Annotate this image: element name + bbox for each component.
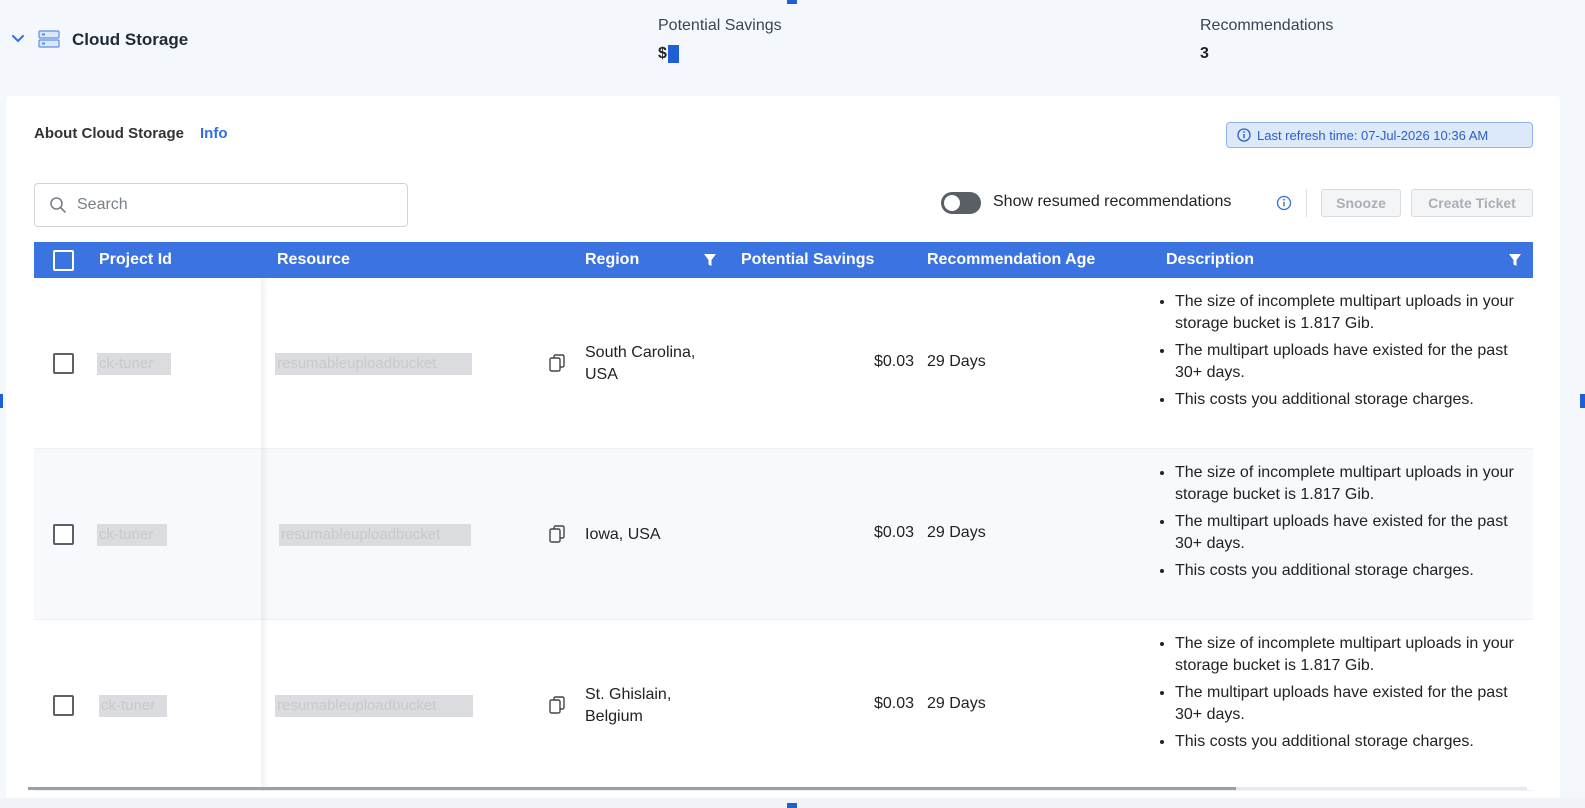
search-icon [50, 197, 66, 213]
description-item: The multipart uploads have existed for t… [1175, 511, 1515, 555]
table-header: Project Id Resource Region Potential Sav… [34, 242, 1533, 278]
savings-kpi-currency: $ [658, 45, 667, 62]
row-checkbox[interactable] [53, 353, 74, 374]
description-item: The multipart uploads have existed for t… [1175, 340, 1515, 384]
description-item: The size of incomplete multipart uploads… [1175, 633, 1515, 677]
description-list: The size of incomplete multipart uploads… [1155, 633, 1515, 753]
filter-icon[interactable] [703, 253, 717, 267]
select-all-checkbox[interactable] [53, 250, 74, 271]
region-cell: St. Ghislain, Belgium [585, 684, 671, 728]
storage-icon [38, 30, 60, 48]
description-cell: The size of incomplete multipart uploads… [1155, 633, 1515, 758]
project-id-cell: ck-tuner [97, 524, 167, 546]
show-resumed-label: Show resumed recommendations [993, 193, 1232, 210]
info-link[interactable]: Info [200, 125, 228, 142]
horizontal-scrollbar-thumb[interactable] [28, 787, 1236, 790]
info-icon [1237, 128, 1251, 142]
row-checkbox[interactable] [53, 524, 74, 545]
row-checkbox[interactable] [53, 695, 74, 716]
description-item: This costs you additional storage charge… [1175, 731, 1515, 753]
age-cell: 29 Days [927, 353, 986, 370]
redacted-value [667, 45, 679, 63]
snooze-button[interactable]: Snooze [1321, 189, 1401, 217]
project-id-cell: ck-tuner [99, 695, 167, 717]
chevron-down-icon[interactable] [10, 32, 26, 46]
savings-cell: $0.03 [873, 353, 914, 370]
region-line: Iowa, USA [585, 526, 661, 543]
search-box[interactable] [34, 183, 408, 227]
description-item: This costs you additional storage charge… [1175, 389, 1515, 411]
description-cell: The size of incomplete multipart uploads… [1155, 462, 1515, 587]
description-item: The multipart uploads have existed for t… [1175, 682, 1515, 726]
savings-kpi-label: Potential Savings [658, 17, 782, 34]
description-list: The size of incomplete multipart uploads… [1155, 462, 1515, 582]
age-cell: 29 Days [927, 695, 986, 712]
show-resumed-toggle[interactable] [941, 192, 981, 214]
filter-icon[interactable] [1508, 253, 1522, 267]
recommendations-kpi-label: Recommendations [1200, 17, 1334, 34]
search-input[interactable] [77, 196, 377, 214]
description-item: The size of incomplete multipart uploads… [1175, 291, 1515, 335]
resize-handle-bottom[interactable] [787, 803, 797, 808]
region-line: South Carolina, [585, 344, 696, 361]
column-header-description[interactable]: Description [1166, 251, 1254, 269]
column-divider [261, 620, 269, 791]
section-title[interactable]: Cloud Storage [72, 30, 188, 50]
section-header: Cloud Storage Potential Savings $ Recomm… [0, 0, 1585, 90]
column-header-potential-savings[interactable]: Potential Savings [741, 251, 874, 269]
recommendations-table: Project Id Resource Region Potential Sav… [34, 242, 1533, 794]
column-header-recommendation-age[interactable]: Recommendation Age [927, 251, 1095, 269]
resize-handle-top[interactable] [787, 0, 797, 4]
table-row[interactable]: ck-tuner resumableuploadbucket Iowa, USA… [34, 449, 1533, 620]
savings-cell: $0.03 [873, 695, 914, 712]
description-item: This costs you additional storage charge… [1175, 560, 1515, 582]
create-ticket-button[interactable]: Create Ticket [1411, 189, 1533, 217]
resource-cell: resumableuploadbucket [279, 524, 471, 546]
resource-cell: resumableuploadbucket [275, 695, 473, 717]
column-divider [261, 278, 269, 449]
age-cell: 29 Days [927, 524, 986, 541]
info-icon[interactable] [1276, 195, 1292, 211]
column-divider [261, 449, 269, 620]
copy-icon[interactable] [549, 525, 565, 543]
savings-kpi-value: $ [658, 45, 679, 63]
column-header-project-id[interactable]: Project Id [99, 251, 172, 269]
copy-icon[interactable] [549, 354, 565, 372]
copy-icon[interactable] [549, 696, 565, 714]
refresh-text: Last refresh time: 07-Jul-2026 10:36 AM [1257, 127, 1489, 143]
region-cell: South Carolina, USA [585, 342, 695, 386]
table-row[interactable]: ck-tuner resumableuploadbucket South Car… [34, 278, 1533, 449]
toolbar-divider [1306, 189, 1307, 217]
region-line: Belgium [585, 708, 643, 725]
description-item: The size of incomplete multipart uploads… [1175, 462, 1515, 506]
resource-cell: resumableuploadbucket [275, 353, 472, 375]
region-line: USA [585, 366, 618, 383]
column-header-resource[interactable]: Resource [277, 251, 350, 269]
about-label: About Cloud Storage [34, 125, 184, 142]
project-id-cell: ck-tuner [97, 353, 171, 375]
refresh-badge: Last refresh time: 07-Jul-2026 10:36 AM [1226, 122, 1533, 148]
description-list: The size of incomplete multipart uploads… [1155, 291, 1515, 411]
resize-handle-right[interactable] [1580, 394, 1585, 408]
content-card: About Cloud Storage Info Last refresh ti… [6, 96, 1560, 808]
column-header-region[interactable]: Region [585, 251, 639, 269]
recommendations-kpi-value: 3 [1200, 45, 1209, 62]
region-line: St. Ghislain, [585, 686, 672, 703]
description-cell: The size of incomplete multipart uploads… [1155, 291, 1515, 416]
savings-cell: $0.03 [873, 524, 914, 541]
table-row[interactable]: ck-tuner resumableuploadbucket St. Ghisl… [34, 620, 1533, 791]
resize-handle-left[interactable] [0, 394, 3, 408]
region-cell: Iowa, USA [585, 524, 661, 546]
